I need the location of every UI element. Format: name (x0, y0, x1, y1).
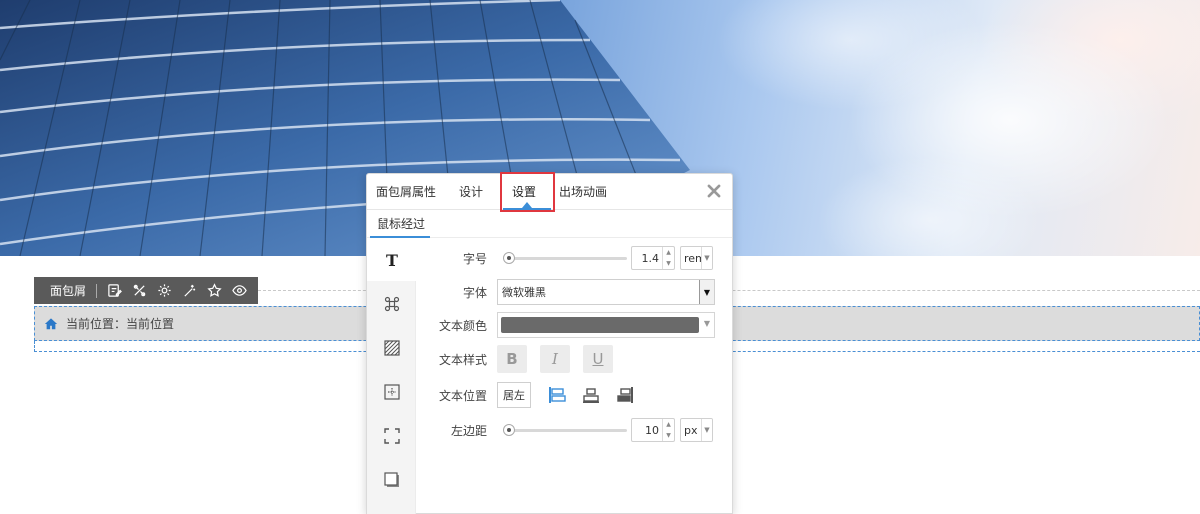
font-size-unit-select[interactable]: rem ▼ (680, 246, 713, 270)
command-icon (384, 296, 399, 312)
stepper-buttons: ▲ ▼ (662, 247, 674, 269)
slider-track (503, 257, 627, 260)
magic-wand-icon[interactable] (180, 282, 198, 300)
style-category-rail: T (367, 239, 417, 514)
eye-icon[interactable] (230, 282, 248, 300)
increment-icon[interactable]: ▲ (663, 247, 674, 258)
left-padding-stepper[interactable]: 10 ▲ ▼ (631, 418, 675, 442)
layout-icon (383, 384, 400, 400)
rail-border[interactable] (367, 415, 416, 457)
align-left-button[interactable] (547, 384, 567, 406)
module-toolbar: 面包屑 (34, 277, 258, 304)
text-color-row: 文本颜色 ▼ (427, 311, 715, 339)
rail-background[interactable] (367, 327, 416, 369)
border-icon (383, 428, 400, 444)
shadow-icon (383, 472, 399, 487)
svg-text:T: T (386, 251, 398, 269)
slider-knob[interactable] (503, 252, 515, 264)
slider-knob[interactable] (503, 424, 515, 436)
tab-design[interactable]: 设计 (459, 174, 483, 210)
slider-track (503, 429, 627, 432)
settings-panel: 面包屑属性 设计 设置 出场动画 鼠标经过 T 字号 1.4 ▲ ▼ rem ▼… (366, 172, 733, 514)
text-color-picker[interactable]: ▼ (497, 312, 715, 338)
subtab-underline (370, 236, 430, 238)
star-icon[interactable] (205, 282, 223, 300)
bold-button[interactable]: B (497, 345, 527, 373)
text-color-label: 文本颜色 (438, 318, 487, 333)
font-family-value: 微软雅黑 (502, 286, 546, 299)
rail-text[interactable]: T (367, 239, 417, 281)
align-right-button[interactable] (615, 384, 635, 406)
italic-button[interactable]: I (540, 345, 570, 373)
chevron-down-icon: ▼ (703, 319, 710, 328)
tab-entrance-animation[interactable]: 出场动画 (559, 174, 607, 210)
chevron-down-icon: ▼ (701, 419, 712, 441)
state-subtabs: 鼠标经过 (367, 210, 732, 238)
toolbar-divider (96, 283, 98, 298)
left-padding-row: 左边距 10 ▲ ▼ px ▼ (427, 416, 713, 444)
texture-icon (383, 340, 400, 356)
decrement-icon[interactable]: ▼ (663, 430, 674, 441)
text-icon: T (386, 251, 398, 269)
left-padding-value[interactable]: 10 (632, 424, 662, 437)
decrement-icon[interactable]: ▼ (663, 258, 674, 269)
rail-command[interactable] (367, 283, 416, 325)
left-padding-label: 左边距 (450, 423, 487, 438)
increment-icon[interactable]: ▲ (663, 419, 674, 430)
edit-icon[interactable] (105, 282, 123, 300)
font-family-select[interactable]: 微软雅黑 ▼ (497, 279, 715, 305)
underline-button[interactable]: U (583, 345, 613, 373)
rail-layout[interactable] (367, 371, 416, 413)
color-swatch (501, 317, 699, 333)
tab-breadcrumb-properties[interactable]: 面包屑属性 (376, 174, 436, 210)
text-style-row: 文本样式 B I U (427, 345, 626, 373)
settings-icon[interactable] (155, 282, 173, 300)
font-family-row: 字体 微软雅黑 ▼ (427, 278, 715, 306)
left-padding-unit: px (684, 423, 698, 437)
left-padding-slider[interactable] (497, 422, 627, 438)
text-position-label: 文本位置 (438, 388, 487, 403)
font-size-row: 字号 1.4 ▲ ▼ rem ▼ (427, 244, 713, 272)
module-name-label: 面包屑 (50, 284, 87, 298)
breadcrumb-text: 当前位置：当前位置 (66, 317, 175, 331)
panel-tabs: 面包屑属性 设计 设置 出场动画 (367, 172, 732, 212)
stepper-buttons: ▲ ▼ (662, 419, 674, 441)
close-icon[interactable] (705, 182, 723, 200)
left-padding-unit-select[interactable]: px ▼ (680, 418, 713, 442)
chevron-down-icon: ▼ (701, 247, 712, 269)
font-family-label: 字体 (462, 285, 487, 300)
chevron-down-icon: ▼ (699, 280, 714, 304)
align-right-icon (617, 387, 633, 403)
align-center-icon (583, 388, 599, 403)
tools-icon[interactable] (130, 282, 148, 300)
font-size-label: 字号 (462, 251, 487, 266)
home-icon (44, 317, 58, 329)
align-center-button[interactable] (581, 384, 601, 406)
rail-shadow[interactable] (367, 459, 416, 501)
text-position-row: 文本位置 居左 (427, 381, 649, 409)
align-left-icon (549, 387, 566, 403)
font-size-slider[interactable] (497, 250, 627, 266)
text-style-label: 文本样式 (438, 352, 487, 367)
subtab-mouse-hover[interactable]: 鼠标经过 (376, 210, 426, 238)
active-tab-caret (522, 202, 532, 208)
font-size-value[interactable]: 1.4 (632, 252, 662, 265)
font-size-stepper[interactable]: 1.4 ▲ ▼ (631, 246, 675, 270)
text-position-select[interactable]: 居左 (497, 382, 531, 408)
